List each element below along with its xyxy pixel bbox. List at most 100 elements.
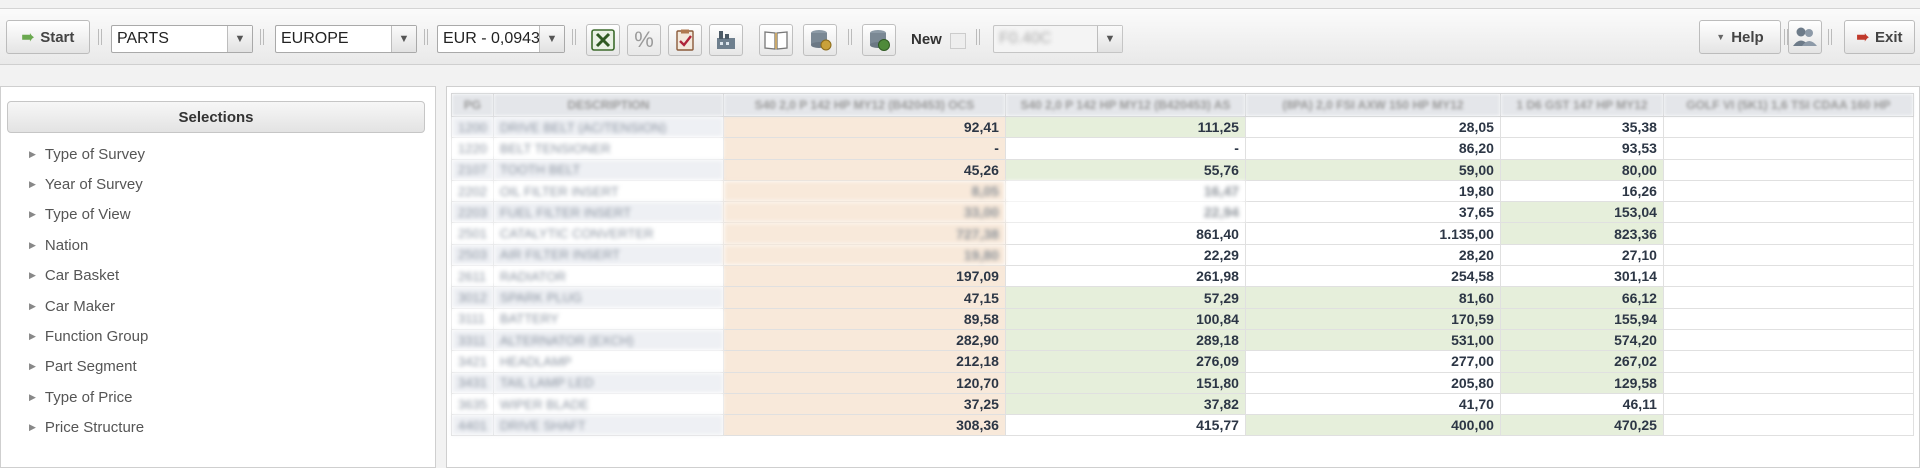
table-row[interactable]: 3421 HEADLAMP 212,18 276,09 277,00 267,02 [451, 350, 1914, 373]
selection-item[interactable]: ▶ Nation [29, 230, 148, 260]
expand-triangle-icon: ▶ [29, 331, 36, 342]
toolbar-separator [976, 29, 980, 45]
table-cell: 2501 [451, 222, 494, 245]
table-cell: 19,80 [1244, 179, 1501, 203]
table-row[interactable]: 1220 BELT TENSIONER - -86,20 93,53 [451, 137, 1914, 160]
selection-item[interactable]: ▶ Part Segment [29, 352, 148, 382]
selection-item[interactable]: ▶ Car Basket [29, 261, 148, 291]
table-row[interactable]: 2107 TOOTH BELT 45,26 55,76 59,00 80,00 [451, 158, 1914, 181]
selection-item[interactable]: ▶ Car Maker [29, 291, 148, 321]
toolbar-separator [424, 29, 428, 45]
toolbar: ➠ Start PARTS ▼ EUROPE ▼ EUR - 0,0943 ▼ … [0, 8, 1920, 65]
selection-item[interactable]: ▶ Type of Survey [29, 139, 148, 169]
column-header[interactable]: GOLF VI (5K1) 1,6 TSI CDAA 160 HP [1662, 93, 1914, 117]
factory-icon [717, 31, 735, 49]
table-cell: 2203 [451, 201, 494, 224]
toolbar-separator [98, 29, 102, 45]
help-button[interactable]: ▼ Help [1699, 20, 1781, 54]
table-cell: 3111 [451, 307, 494, 330]
disabled-select[interactable]: F0.40C ▼ [993, 25, 1123, 53]
table-row[interactable]: 2202 OIL FILTER INSERT 8,05 16,47 19,80 16,26 [451, 179, 1914, 203]
table-row[interactable]: 3012 SPARK PLUG 47,15 57,29 81,60 66,12 [451, 286, 1914, 309]
table-cell [1662, 371, 1914, 394]
chevron-down-icon[interactable]: ▼ [539, 26, 564, 52]
selection-item[interactable]: ▶ Type of View [29, 200, 148, 230]
table-row[interactable]: 1200 DRIVE BELT (AC/TENSION) 92,41 111,25 28… [451, 115, 1914, 139]
table-cell: FUEL FILTER INSERT [492, 201, 724, 224]
table-cell: 861,40 [1004, 222, 1246, 245]
table-cell: 205,80 [1244, 371, 1501, 394]
clipboard-check-icon [676, 29, 694, 51]
selection-item[interactable]: ▶ Price Structure [29, 413, 148, 443]
new-checkbox[interactable] [950, 33, 966, 49]
table-row[interactable]: 3635 WIPER BLADE 37,25 37,82 41,70 46,11 [451, 392, 1914, 416]
chevron-down-icon[interactable]: ▼ [391, 26, 416, 52]
column-header[interactable]: S40 2,0 P 142 HP MY12 (B420453) AS [1004, 93, 1246, 117]
column-header[interactable]: 1 D6 GST 147 HP MY12 [1499, 93, 1664, 117]
table-cell: 16,47 [1004, 179, 1246, 203]
selection-item-label: Type of View [44, 206, 131, 224]
table-cell: 415,77 [1004, 414, 1246, 437]
parts-select-value: PARTS [117, 30, 169, 47]
table-cell: DRIVE BELT (AC/TENSION) [492, 115, 724, 139]
table-cell [1662, 307, 1914, 330]
percent-button[interactable]: % [627, 24, 661, 56]
table-cell: 47,15 [722, 286, 1006, 309]
column-header[interactable]: PG [451, 93, 494, 117]
money-stack-button[interactable] [862, 24, 896, 56]
table-cell: 80,00 [1499, 158, 1664, 181]
table-row[interactable]: 4401 DRIVE SHAFT 308,36 415,77 400,00 470,25 [451, 414, 1914, 437]
selections-header[interactable]: Selections [7, 101, 425, 133]
chevron-down-icon[interactable]: ▼ [227, 26, 252, 52]
table-cell: 3311 [451, 328, 494, 352]
selection-item[interactable]: ▶ Type of Price [29, 382, 148, 412]
users-button[interactable] [1788, 20, 1822, 54]
excel-export-button[interactable] [586, 24, 620, 56]
selection-item-label: Price Structure [44, 419, 145, 437]
table-cell: 2503 [451, 243, 494, 267]
table-cell: AIR FILTER INSERT [492, 243, 724, 267]
results-table: PG DESCRIPTION S40 2,0 P 142 HP MY12 (B420… [451, 93, 1914, 437]
table-row[interactable]: 2501 CATALYTIC CONVERTER 727,38 861,40 1.135… [451, 222, 1914, 245]
column-header[interactable]: (8PA) 2,0 FSI AXW 150 HP MY12 [1244, 93, 1501, 117]
parts-select[interactable]: PARTS ▼ [111, 25, 253, 53]
table-cell: 57,29 [1004, 286, 1246, 309]
table-cell: 33,00 [722, 201, 1006, 224]
table-cell: 93,53 [1499, 137, 1664, 160]
table-cell [1662, 286, 1914, 309]
users-icon [1793, 27, 1817, 46]
table-cell: 66,12 [1499, 286, 1664, 309]
table-cell: 86,20 [1244, 137, 1501, 160]
table-cell: 37,82 [1004, 392, 1246, 416]
new-label: New [911, 31, 942, 48]
factory-button[interactable] [709, 24, 743, 56]
table-row[interactable]: 3431 TAIL LAMP LED 120,70 151,80 205,80 129,5… [451, 371, 1914, 394]
table-row[interactable]: 3111 BATTERY 89,58 100,84 170,59 155,94 [451, 307, 1914, 330]
chevron-down-icon[interactable]: ▼ [1097, 26, 1122, 52]
exit-button[interactable]: ➠ Exit [1844, 20, 1915, 54]
checklist-button[interactable] [668, 24, 702, 56]
table-cell: 261,98 [1004, 265, 1246, 288]
selection-item[interactable]: ▶ Function Group [29, 321, 148, 351]
table-cell: 1200 [451, 115, 494, 139]
selection-item-label: Year of Survey [44, 176, 143, 194]
column-header[interactable]: DESCRIPTION [492, 93, 724, 117]
exit-button-label: Exit [1875, 28, 1903, 46]
table-row[interactable]: 3311 ALTERNATOR (EXCH) 282,90 289,18 531,00 5… [451, 328, 1914, 352]
currency-select[interactable]: EUR - 0,0943 ▼ [437, 25, 565, 53]
selection-item[interactable]: ▶ Year of Survey [29, 169, 148, 199]
toolbar-separator [260, 29, 264, 45]
table-row[interactable]: 2503 AIR FILTER INSERT 19,80 22,29 28,20 27,1… [451, 243, 1914, 267]
region-select[interactable]: EUROPE ▼ [275, 25, 417, 53]
table-row[interactable]: 2611 RADIATOR 197,09 261,98 254,58 301,14 [451, 265, 1914, 288]
column-header[interactable]: S40 2,0 P 142 HP MY12 (B420453) OCS [722, 93, 1006, 117]
catalog-book-button[interactable] [759, 24, 793, 56]
selections-title: Selections [178, 108, 254, 126]
table-cell: TOOTH BELT [492, 158, 724, 181]
table-cell: 276,09 [1004, 350, 1246, 373]
table-cell: TAIL LAMP LED [492, 371, 724, 394]
database-button[interactable] [803, 24, 837, 56]
table-cell: 59,00 [1244, 158, 1501, 181]
table-row[interactable]: 2203 FUEL FILTER INSERT 33,00 22,94 37,65 153… [451, 201, 1914, 224]
start-button[interactable]: ➠ Start [6, 20, 90, 54]
